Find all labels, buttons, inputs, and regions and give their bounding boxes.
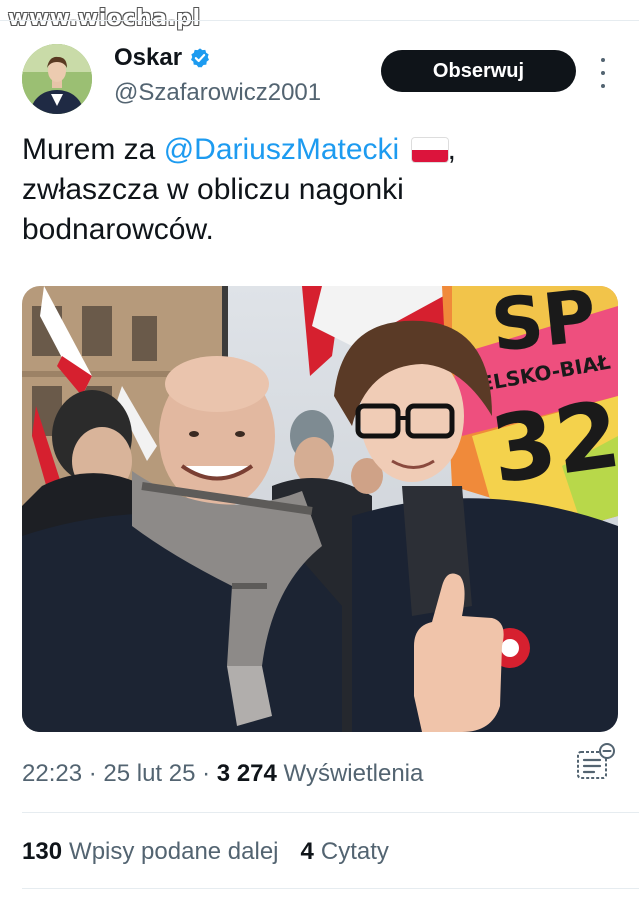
display-name[interactable]: Oskar (114, 44, 182, 72)
tweet-text: Murem za @DariuszMatecki , zwłaszcza w o… (22, 130, 602, 250)
views-count: 3 274 (216, 760, 277, 787)
avatar-image (22, 44, 92, 114)
divider (22, 812, 639, 813)
author-name-row: Oskar (114, 44, 211, 72)
poland-flag-icon (411, 138, 448, 162)
author-handle[interactable]: @Szafarowicz2001 (114, 79, 321, 107)
post-analytics-icon[interactable] (574, 742, 618, 782)
follow-button[interactable]: Obserwuj (381, 50, 576, 92)
tweet-time[interactable]: 22:23 (22, 760, 82, 787)
tweet-photo[interactable]: SP ELSKO-BIAŁ 32 (22, 286, 618, 732)
views-label: Wyświetlenia (283, 760, 424, 787)
avatar[interactable] (22, 44, 92, 114)
tweet-meta: 22:23 · 25 lut 25 · 3 274 Wyświetlenia (22, 760, 424, 787)
tweet-text-prefix: Murem za (22, 133, 164, 166)
sign-text-number: 32 (485, 381, 618, 505)
retweets-label[interactable]: Wpisy podane dalej (69, 838, 278, 866)
tweet-text-line3: bodnarowców. (22, 213, 214, 246)
engagement-stats: 130 Wpisy podane dalej 4 Cytaty (22, 838, 389, 866)
quotes-count[interactable]: 4 (301, 838, 314, 866)
site-watermark: www.wiocha.pl (8, 6, 201, 31)
tweet-date[interactable]: 25 lut 25 (103, 760, 195, 787)
quotes-label[interactable]: Cytaty (321, 838, 389, 866)
more-options-icon[interactable] (596, 58, 610, 88)
verified-badge-icon (191, 48, 210, 68)
mention-link[interactable]: @DariuszMatecki (164, 133, 400, 166)
selfie-photo: SP ELSKO-BIAŁ 32 (22, 286, 618, 732)
top-divider (0, 20, 639, 21)
tweet-text-line2: zwłaszcza w obliczu nagonki (22, 173, 404, 206)
divider (22, 888, 639, 889)
tweet-text-comma: , (447, 133, 456, 166)
retweets-count[interactable]: 130 (22, 838, 62, 866)
